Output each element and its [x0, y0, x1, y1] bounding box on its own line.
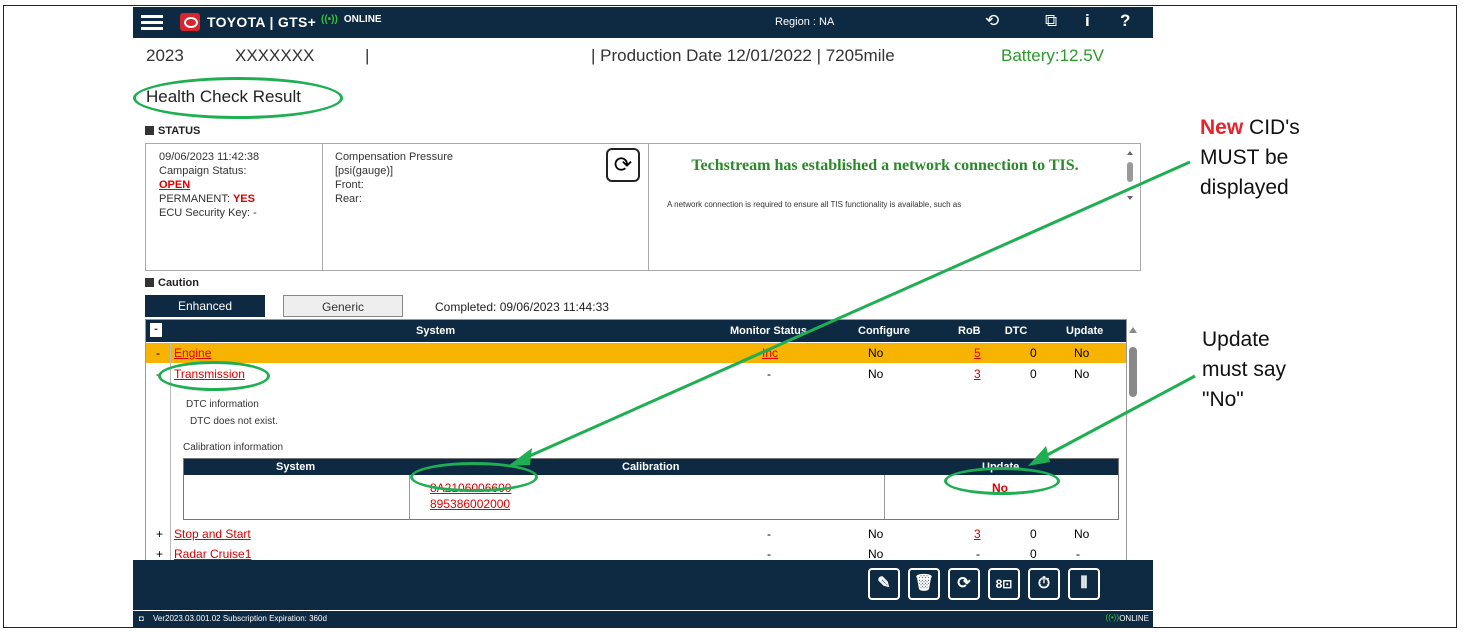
- annotation-arrows: [508, 160, 1196, 466]
- annotation-cid: New CID's MUST be displayed: [1200, 116, 1300, 199]
- annotation-update: Update must say "No": [1202, 328, 1287, 411]
- annotation-new-word: New: [1200, 116, 1244, 139]
